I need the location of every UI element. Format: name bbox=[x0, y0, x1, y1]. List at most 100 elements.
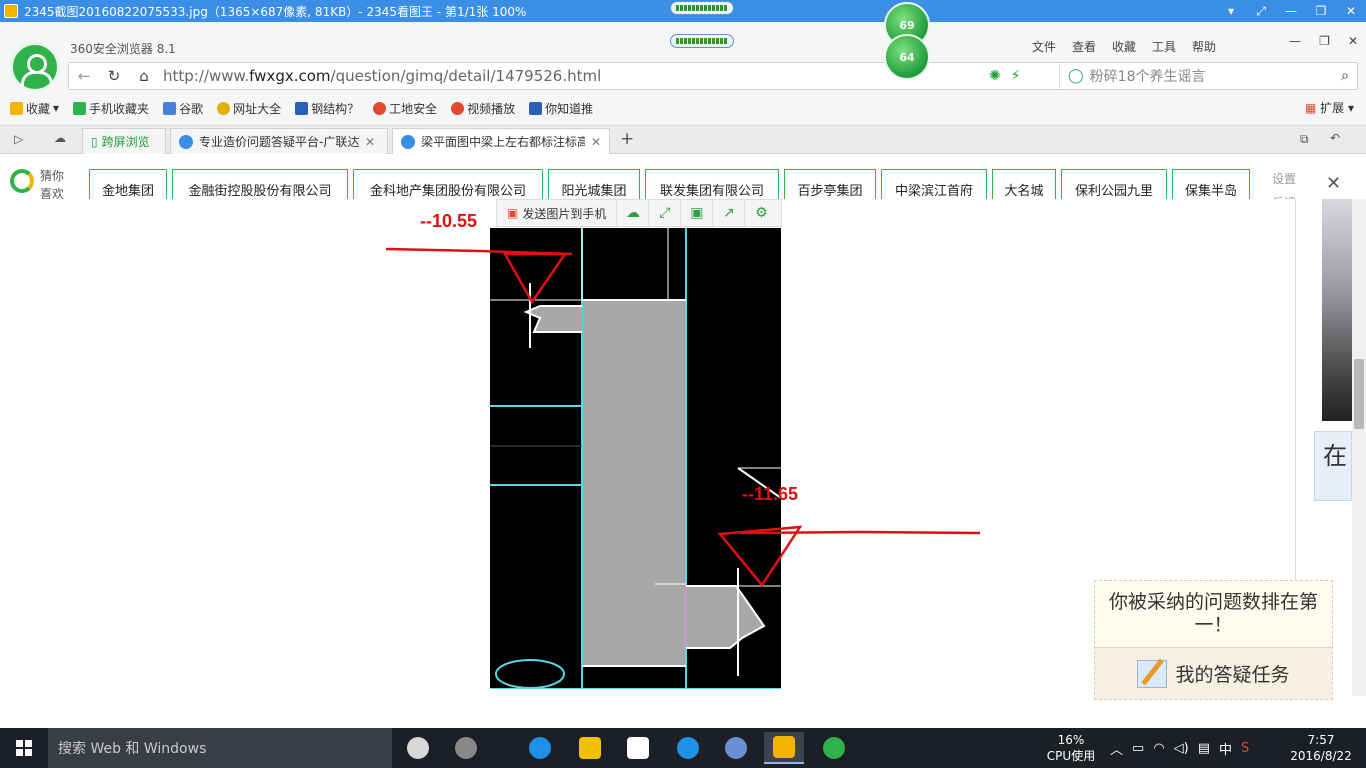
sogou-ime-icon[interactable]: S bbox=[1241, 741, 1249, 756]
favorites-label: 钢结构？ bbox=[311, 101, 360, 116]
favorites-item-collect[interactable]: 收藏 ▾ bbox=[10, 100, 59, 117]
ime-indicator[interactable]: 中 bbox=[1219, 739, 1232, 758]
menu-view[interactable]: 查看 bbox=[1072, 38, 1096, 55]
floating-ball-bottom[interactable]: 64 bbox=[884, 34, 930, 80]
tab-glodon[interactable]: 专业造价问题答疑平台-广联达 ✕ bbox=[170, 128, 388, 154]
browser-close-button[interactable]: ✕ bbox=[1348, 34, 1358, 48]
sidebar-toggle-icon[interactable]: ▷ bbox=[14, 132, 23, 146]
recommend-close-icon[interactable]: ✕ bbox=[1326, 173, 1341, 194]
volume-icon[interactable]: ◁) bbox=[1174, 741, 1189, 756]
favorites-item-safety[interactable]: 工地安全 bbox=[373, 100, 437, 117]
refresh-icon[interactable]: ↻ bbox=[99, 67, 129, 85]
security-shield-icon[interactable]: ✺ bbox=[989, 68, 1001, 84]
tray-expand-icon[interactable]: ︿ bbox=[1110, 739, 1123, 758]
viewer-minimize-button[interactable]: — bbox=[1276, 0, 1306, 22]
favorites-item-sites[interactable]: 网址大全 bbox=[217, 100, 281, 117]
my-tasks-label: 我的答疑任务 bbox=[1175, 664, 1290, 686]
site-favicon-icon bbox=[295, 101, 309, 115]
cad-drawing-image[interactable] bbox=[490, 228, 782, 690]
undo-close-icon[interactable]: ↶ bbox=[1330, 131, 1340, 145]
start-button[interactable] bbox=[0, 728, 48, 768]
send-to-phone-label: 发送图片到手机 bbox=[522, 206, 607, 221]
viewer-menu-dropdown-button[interactable]: ▾ bbox=[1216, 0, 1246, 22]
site-favicon-icon bbox=[373, 101, 387, 115]
favorites-item-steel[interactable]: 钢结构？ bbox=[295, 100, 359, 117]
viewer-close-button[interactable]: ✕ bbox=[1336, 0, 1366, 22]
favorites-item-mobile[interactable]: 手机收藏夹 bbox=[73, 100, 149, 117]
url-field[interactable]: http://www.fwxgx.com/question/gimq/detai… bbox=[163, 67, 601, 85]
site-favicon-icon bbox=[401, 134, 415, 149]
menu-file[interactable]: 文件 bbox=[1032, 38, 1056, 55]
cloud-icon[interactable]: ☁ bbox=[54, 131, 66, 145]
sidebar-card[interactable]: 在 bbox=[1314, 431, 1352, 501]
glodon-app-icon[interactable] bbox=[668, 732, 708, 764]
browser-360-taskbar-icon[interactable] bbox=[814, 732, 854, 764]
meter-fill bbox=[676, 38, 728, 44]
image-viewer-taskbar-icon[interactable] bbox=[764, 732, 804, 764]
browser-maximize-button[interactable]: ❐ bbox=[1319, 34, 1330, 48]
browser-minimize-button[interactable]: — bbox=[1289, 34, 1301, 48]
clock-date: 2016/8/22 bbox=[1290, 749, 1352, 763]
menu-favorites[interactable]: 收藏 bbox=[1112, 38, 1136, 55]
speed-mode-icon[interactable]: ⚡ bbox=[1011, 68, 1021, 84]
search-box[interactable]: ◯ 粉碎18个养生谣言 ⌕ bbox=[1059, 63, 1357, 89]
cad-drawing-svg bbox=[490, 228, 782, 690]
sites-icon bbox=[217, 101, 231, 115]
taskbar-search-input[interactable]: 搜索 Web 和 Windows bbox=[48, 728, 392, 768]
task-note-icon bbox=[1137, 659, 1168, 688]
share-icon[interactable]: ↗ bbox=[713, 200, 746, 226]
battery-icon[interactable]: ▭ bbox=[1132, 741, 1144, 756]
menu-tools[interactable]: 工具 bbox=[1152, 38, 1176, 55]
file-explorer-icon[interactable] bbox=[570, 732, 610, 764]
search-engine-icon[interactable]: ◯ bbox=[1068, 68, 1084, 84]
browser-logo-icon[interactable] bbox=[10, 42, 60, 92]
search-input[interactable]: 粉碎18个养生谣言 bbox=[1090, 66, 1206, 86]
search-icon[interactable]: ⌕ bbox=[1341, 68, 1349, 84]
viewer-window-title: 2345截图20160822075533.jpg（1365×687像素, 81K… bbox=[24, 4, 527, 19]
expand-icon[interactable]: ⤢ bbox=[649, 200, 682, 226]
wifi-icon[interactable]: ◠ bbox=[1153, 741, 1164, 756]
extensions-icon: ▦ bbox=[1304, 101, 1317, 115]
scrollbar-thumb[interactable] bbox=[1354, 359, 1364, 429]
new-tab-button[interactable]: + bbox=[620, 129, 634, 149]
back-arrow-icon[interactable]: ← bbox=[69, 67, 99, 85]
tab-current-question[interactable]: 梁平面图中梁上左右都标注标高 ✕ bbox=[392, 128, 610, 154]
favorites-item-google[interactable]: 谷歌 bbox=[163, 100, 203, 117]
recommend-settings-link[interactable]: 设置 bbox=[1272, 167, 1296, 191]
save-icon[interactable]: ▣ bbox=[681, 200, 714, 226]
cloud-save-icon[interactable]: ☁ bbox=[617, 200, 650, 226]
extensions-button[interactable]: ▦ 扩展 ▾ bbox=[1305, 99, 1354, 116]
tab-close-icon[interactable]: ✕ bbox=[365, 135, 375, 149]
settings-gear-icon[interactable]: ⚙ bbox=[745, 200, 777, 226]
tab-cross-screen[interactable]: ▯ 跨屏浏览 bbox=[82, 128, 166, 154]
task-view-icon[interactable] bbox=[398, 732, 438, 764]
elevation-label-bottom: --11.65 bbox=[742, 484, 799, 504]
store-icon[interactable] bbox=[618, 732, 658, 764]
phone-icon: ▣ bbox=[507, 206, 519, 220]
home-icon[interactable]: ⌂ bbox=[129, 67, 159, 85]
menu-help[interactable]: 帮助 bbox=[1192, 38, 1216, 55]
favorites-label: 你知道推 bbox=[545, 101, 594, 116]
viewer-fullscreen-button[interactable]: ⤢ bbox=[1246, 0, 1276, 22]
tab-list-icon[interactable]: ⧉ bbox=[1300, 132, 1309, 147]
edge-browser-icon[interactable] bbox=[520, 732, 560, 764]
page-scrollbar[interactable] bbox=[1352, 199, 1366, 696]
tab-close-icon[interactable]: ✕ bbox=[591, 135, 601, 149]
favorites-item-know[interactable]: 你知道推 bbox=[529, 100, 593, 117]
site-favicon-icon bbox=[529, 101, 543, 115]
url-tools: ✺ ⚡ bbox=[989, 68, 1021, 84]
my-tasks-button[interactable]: 我的答疑任务 bbox=[1095, 647, 1332, 699]
viewer-window-controls: ▾ ⤢ — ❐ ✕ bbox=[1216, 0, 1366, 22]
favorites-item-video[interactable]: 视频播放 bbox=[451, 100, 515, 117]
tab-label: 专业造价问题答疑平台-广联达 bbox=[199, 135, 359, 149]
viewer-maximize-button[interactable]: ❐ bbox=[1306, 0, 1336, 22]
cpu-usage[interactable]: 16% CPU使用 bbox=[1044, 732, 1098, 764]
url-prefix: http://www. bbox=[163, 67, 250, 85]
action-center-icon[interactable]: ▤ bbox=[1198, 741, 1210, 756]
taskbar-clock[interactable]: 7:57 2016/8/22 bbox=[1286, 732, 1356, 764]
glodon-app-2-icon[interactable] bbox=[716, 732, 756, 764]
tab-label: 梁平面图中梁上左右都标注标高 bbox=[421, 135, 585, 149]
progress-meter-bottom bbox=[670, 34, 734, 48]
swirl-app-icon[interactable] bbox=[446, 732, 486, 764]
send-to-phone-button[interactable]: ▣ 发送图片到手机 bbox=[497, 200, 618, 226]
